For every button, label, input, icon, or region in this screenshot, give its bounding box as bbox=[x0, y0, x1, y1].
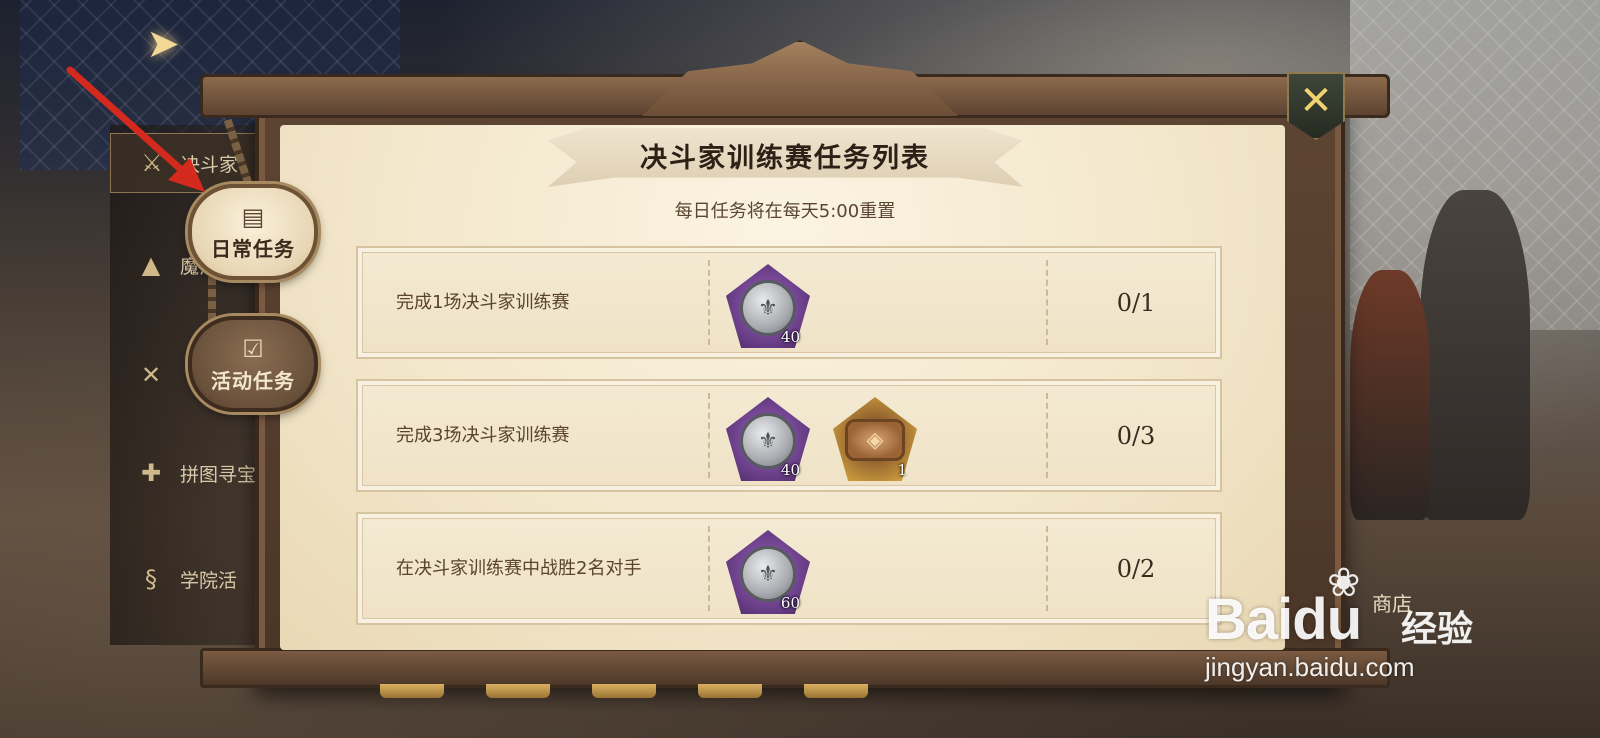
reward-item[interactable]: ⚜ 60 bbox=[726, 530, 810, 614]
row-divider bbox=[708, 260, 710, 345]
sidebar-item-house[interactable]: § 学院活 bbox=[110, 549, 260, 609]
scroll-icon: § bbox=[145, 565, 157, 593]
ticket-icon: ◈ bbox=[845, 419, 905, 461]
task-description: 完成1场决斗家训练赛 bbox=[396, 292, 570, 313]
bottom-marker bbox=[592, 684, 656, 698]
background-character-student bbox=[1350, 270, 1430, 520]
sidebar-item-label: 拼图寻宝 bbox=[180, 463, 257, 486]
close-icon: ✕ bbox=[1299, 78, 1333, 124]
task-progress: 0/3 bbox=[1116, 421, 1156, 450]
watermark-logo: Baidu bbox=[1205, 587, 1362, 652]
baidu-watermark: ❀ Baidu 经验 jingyan.baidu.com bbox=[1205, 560, 1495, 690]
annotation-arrow-icon bbox=[66, 66, 205, 192]
task-row: 完成3场决斗家训练赛 ⚜ 40 ◈ 1 0/3 bbox=[356, 379, 1222, 492]
task-row: 完成1场决斗家训练赛 ⚜ 40 0/1 bbox=[356, 246, 1222, 359]
clipboard-check-icon: ☑ bbox=[242, 334, 264, 363]
reward-quantity: 40 bbox=[780, 461, 800, 479]
bottom-marker bbox=[804, 684, 868, 698]
tab-event-tasks[interactable]: ☑ 活动任务 bbox=[188, 316, 318, 412]
puzzle-icon: ✚ bbox=[140, 459, 162, 487]
background-character-professor bbox=[1420, 190, 1530, 520]
row-divider bbox=[708, 393, 710, 478]
task-description: 完成3场决斗家训练赛 bbox=[396, 425, 570, 446]
witch-hat-icon: ▲ bbox=[141, 251, 161, 279]
shop-label-partial: 商店 bbox=[1372, 592, 1412, 616]
watermark-url: jingyan.baidu.com bbox=[1205, 652, 1415, 682]
bottom-tab-markers bbox=[380, 684, 868, 698]
sidebar-item-puzzle[interactable]: ✚ 拼图寻宝 bbox=[110, 443, 260, 503]
panel-title: 决斗家训练赛任务列表 bbox=[640, 143, 930, 174]
tab-label: 日常任务 bbox=[211, 236, 295, 261]
bottom-marker bbox=[380, 684, 444, 698]
reward-quantity: 40 bbox=[780, 328, 800, 346]
reset-notice: 每日任务将在每天5:00重置 bbox=[674, 201, 896, 222]
map-icon: ✕ bbox=[140, 361, 162, 389]
task-description: 在决斗家训练赛中战胜2名对手 bbox=[396, 558, 642, 579]
bottom-marker bbox=[486, 684, 550, 698]
tab-label: 活动任务 bbox=[211, 368, 295, 393]
task-progress: 0/2 bbox=[1116, 554, 1156, 583]
sidebar-item-label: 学院活 bbox=[180, 569, 238, 592]
row-divider bbox=[708, 526, 710, 611]
reward-item[interactable]: ◈ 1 bbox=[833, 397, 917, 481]
task-row: 在决斗家训练赛中战胜2名对手 ⚜ 60 0/2 bbox=[356, 512, 1222, 625]
reward-quantity: 60 bbox=[780, 594, 800, 612]
bottom-marker bbox=[698, 684, 762, 698]
task-progress: 0/1 bbox=[1116, 288, 1156, 317]
reward-quantity: 1 bbox=[897, 461, 907, 479]
reward-item[interactable]: ⚜ 40 bbox=[726, 264, 810, 348]
reward-item[interactable]: ⚜ 40 bbox=[726, 397, 810, 481]
